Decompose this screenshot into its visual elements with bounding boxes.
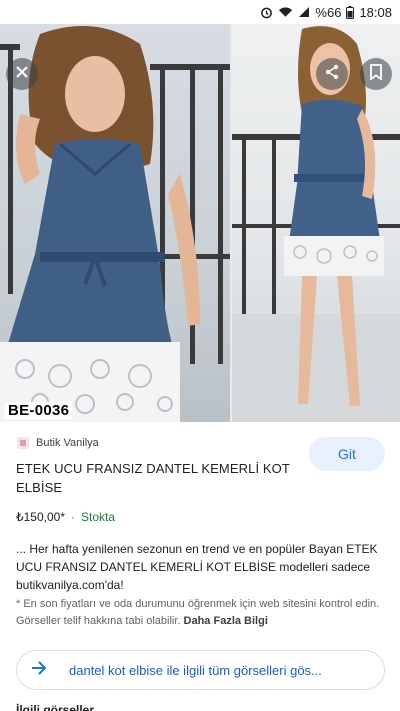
battery-text: %66 <box>315 4 342 20</box>
product-description: ... Her hafta yenilenen sezonun en trend… <box>16 542 378 592</box>
battery-icon <box>346 5 355 19</box>
related-images-heading: İlgili görseller <box>16 703 95 711</box>
product-title[interactable]: ETEK UCU FRANSIZ DANTEL KEMERLİ KOT ELBİ… <box>16 459 306 497</box>
source-name[interactable]: Butik Vanilya <box>36 437 99 449</box>
status-bar: %66 18:08 <box>0 0 400 24</box>
price-row: ₺150,00* · Stokta <box>16 510 115 524</box>
site-favicon <box>16 436 30 450</box>
related-images-button[interactable]: dantel kot elbise ile ilgili tüm görsell… <box>16 650 385 690</box>
bookmark-button[interactable] <box>360 58 392 90</box>
clock-time: 18:08 <box>359 4 392 20</box>
source-row[interactable]: Butik Vanilya <box>16 436 99 450</box>
price-separator: · <box>71 510 76 524</box>
visit-button[interactable]: Git <box>309 437 385 471</box>
signal-icon <box>298 6 310 18</box>
more-info-link[interactable]: Daha Fazla Bilgi <box>184 615 268 627</box>
close-button[interactable] <box>6 58 38 90</box>
share-button[interactable] <box>316 58 348 90</box>
alarm-icon <box>260 6 273 19</box>
arrow-right-icon <box>31 660 47 680</box>
product-price: ₺150,00* <box>16 510 66 524</box>
stock-status: Stokta <box>81 510 116 524</box>
close-icon <box>15 65 29 84</box>
disclaimer: * En son fiyatları ve oda durumunu öğren… <box>16 596 386 630</box>
share-icon <box>324 64 340 85</box>
bookmark-icon <box>370 63 382 85</box>
wifi-icon <box>278 6 293 18</box>
related-images-label: dantel kot elbise ile ilgili tüm görsell… <box>69 662 322 678</box>
product-code-label: BE-0036 <box>5 402 73 419</box>
product-image-area[interactable] <box>0 24 400 422</box>
